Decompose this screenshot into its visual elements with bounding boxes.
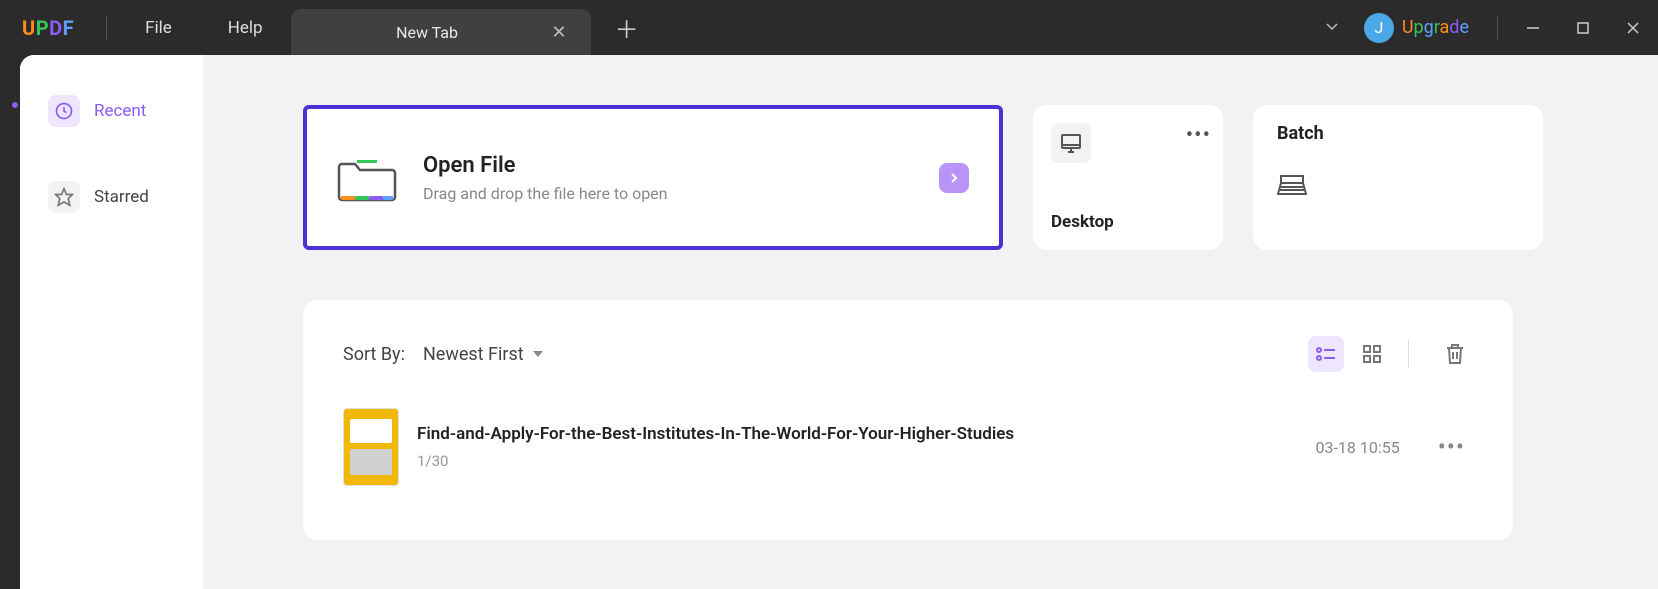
menu-file[interactable]: File [117, 18, 200, 38]
file-page-count: 1/30 [417, 452, 1316, 470]
open-file-card[interactable]: Open File Drag and drop the file here to… [303, 105, 1003, 250]
sort-dropdown[interactable]: Newest First [423, 344, 544, 365]
file-row[interactable]: Find-and-Apply-For-the-Best-Institutes-I… [343, 408, 1473, 486]
titlebar: UPDF File Help New Tab ✕ ＋ J Upgrade [0, 0, 1658, 55]
maximize-button[interactable] [1558, 0, 1608, 55]
add-tab-button[interactable]: ＋ [591, 10, 663, 45]
close-window-button[interactable] [1608, 0, 1658, 55]
file-name: Find-and-Apply-For-the-Best-Institutes-I… [417, 424, 1316, 444]
batch-stack-icon [1277, 172, 1519, 202]
app-logo: UPDF [0, 16, 96, 40]
star-icon [48, 181, 80, 213]
desktop-label: Desktop [1051, 212, 1114, 232]
chevron-down-icon [532, 349, 544, 359]
batch-label: Batch [1277, 123, 1519, 144]
grid-view-button[interactable] [1354, 336, 1390, 372]
menu-help[interactable]: Help [200, 18, 291, 38]
sidebar-item-recent[interactable]: Recent [34, 83, 189, 139]
clock-icon [48, 95, 80, 127]
file-date: 03-18 10:55 [1316, 438, 1400, 457]
upgrade-button[interactable]: Upgrade [1402, 17, 1469, 38]
desktop-more-icon[interactable]: ••• [1186, 123, 1211, 148]
separator [1408, 340, 1409, 368]
close-tab-icon[interactable]: ✕ [545, 20, 572, 45]
minimize-button[interactable] [1508, 0, 1558, 55]
active-indicator-dot [12, 102, 18, 108]
sidebar-item-starred[interactable]: Starred [34, 169, 189, 225]
file-list-panel: Sort By: Newest First [303, 300, 1513, 540]
sidebar: Recent Starred [20, 55, 203, 589]
open-file-subtitle: Drag and drop the file here to open [423, 184, 668, 203]
tab-new[interactable]: New Tab ✕ [291, 9, 591, 55]
trash-button[interactable] [1437, 336, 1473, 372]
monitor-icon [1051, 123, 1091, 163]
folder-icon [337, 154, 397, 202]
sort-by-label: Sort By: [343, 344, 405, 365]
tab-title: New Tab [309, 23, 546, 42]
separator [106, 16, 107, 40]
open-file-arrow-icon[interactable] [939, 163, 969, 193]
list-view-button[interactable] [1308, 336, 1344, 372]
open-file-title: Open File [423, 153, 668, 178]
file-thumbnail [343, 408, 399, 486]
file-more-icon[interactable]: ••• [1430, 433, 1473, 461]
desktop-card[interactable]: ••• Desktop [1033, 105, 1223, 250]
separator [1497, 16, 1498, 40]
sidebar-label: Recent [94, 101, 146, 121]
sidebar-label: Starred [94, 187, 149, 207]
batch-card[interactable]: Batch [1253, 105, 1543, 250]
list-header: Sort By: Newest First [343, 336, 1473, 372]
main-content: Open File Drag and drop the file here to… [203, 55, 1658, 589]
app-body: Recent Starred Open File [20, 55, 1658, 589]
user-avatar[interactable]: J [1364, 13, 1394, 43]
tabs-dropdown-icon[interactable] [1300, 18, 1364, 38]
